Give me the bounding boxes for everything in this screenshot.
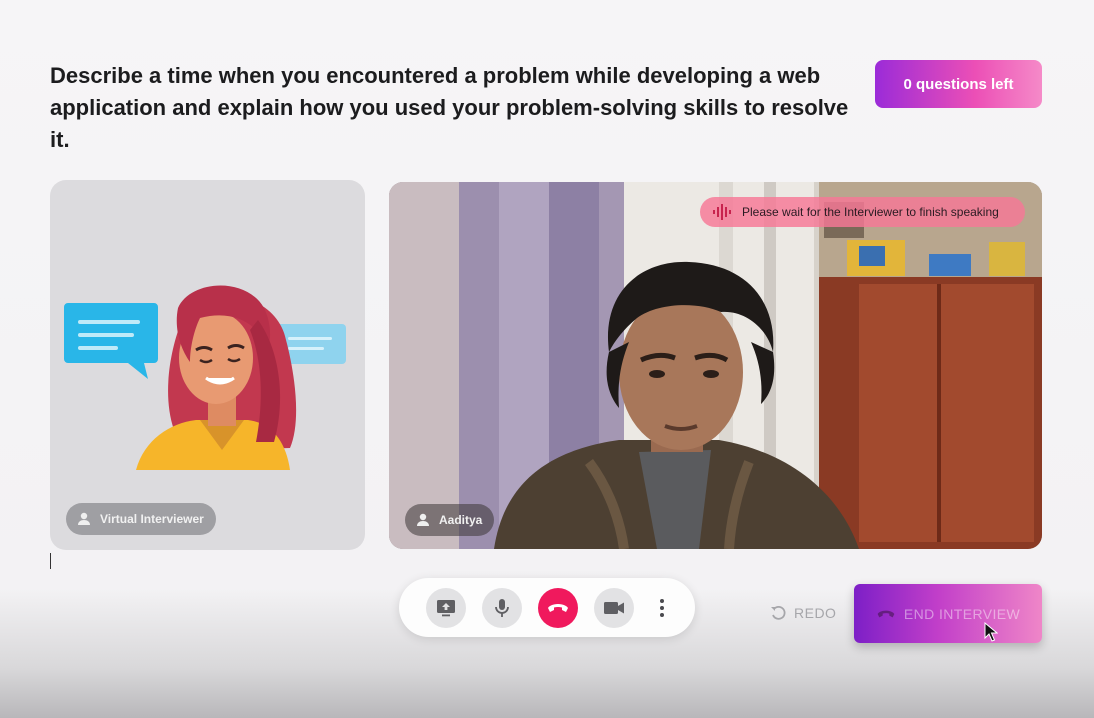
share-screen-button[interactable]	[426, 587, 466, 628]
phone-hangup-icon	[877, 610, 895, 617]
text-caret	[50, 553, 51, 569]
more-vertical-icon	[660, 598, 664, 617]
candidate-video-tile: Please wait for the Interviewer to finis…	[389, 182, 1042, 549]
candidate-video-feed	[389, 182, 1042, 549]
microphone-icon	[495, 598, 509, 617]
redo-label: REDO	[794, 605, 837, 621]
phone-hangup-icon	[548, 603, 568, 612]
sound-wave-icon	[713, 204, 731, 220]
interviewer-speaking-banner: Please wait for the Interviewer to finis…	[700, 197, 1025, 227]
end-interview-label: END INTERVIEW	[903, 605, 1021, 622]
interviewer-avatar-illustration	[64, 285, 346, 470]
virtual-interviewer-name-tag: Virtual Interviewer	[66, 503, 216, 535]
screen-share-icon	[437, 599, 455, 616]
interviewer-speaking-text: Please wait for the Interviewer to finis…	[742, 205, 999, 219]
camera-button[interactable]	[594, 587, 634, 628]
question-text: Describe a time when you encountered a p…	[50, 63, 849, 152]
hangup-button[interactable]	[538, 587, 578, 628]
virtual-interviewer-name: Virtual Interviewer	[100, 512, 204, 526]
person-icon	[417, 513, 429, 526]
undo-icon	[771, 605, 786, 620]
end-interview-button[interactable]: END INTERVIEW	[854, 584, 1042, 643]
virtual-interviewer-tile: Virtual Interviewer	[50, 180, 365, 550]
questions-left-badge: 0 questions left	[875, 60, 1042, 108]
more-options-button[interactable]	[650, 588, 674, 628]
redo-button[interactable]: REDO	[770, 602, 836, 624]
call-control-bar	[399, 578, 695, 637]
person-icon	[78, 512, 90, 525]
candidate-name-tag: Aaditya	[405, 504, 495, 536]
mouse-cursor-icon	[984, 622, 998, 642]
candidate-name: Aaditya	[439, 513, 483, 527]
microphone-button[interactable]	[482, 587, 522, 628]
video-camera-icon	[604, 601, 624, 614]
